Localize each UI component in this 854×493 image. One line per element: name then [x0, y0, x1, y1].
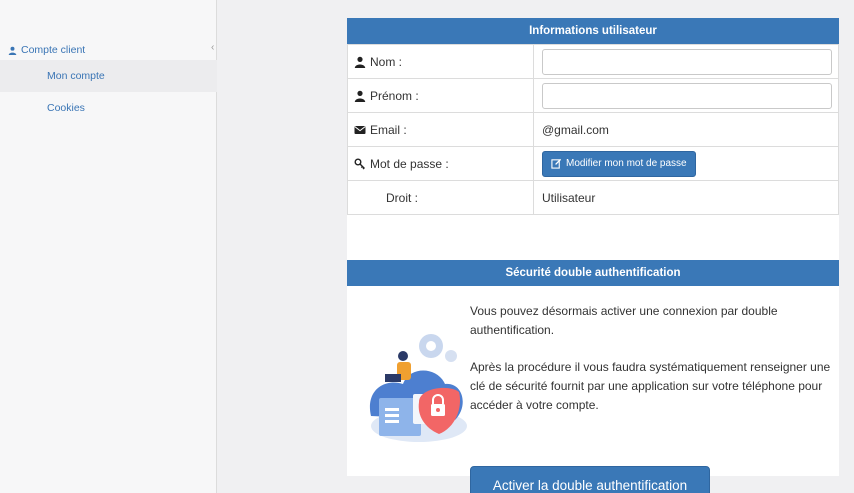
two-factor-header: Sécurité double authentification — [347, 260, 839, 286]
sidebar-item-label: Cookies — [47, 102, 85, 114]
sidebar-item-label: Mon compte — [47, 70, 105, 82]
password-label: Mot de passe : — [370, 156, 449, 171]
two-factor-procedure-text: Après la procédure il vous faudra systém… — [470, 360, 831, 412]
email-label: Email : — [370, 122, 407, 137]
user-icon — [8, 46, 17, 55]
sidebar-section-compte-client[interactable]: Compte client — [8, 44, 85, 56]
sidebar: Compte client ‹ Mon compte Cookies — [0, 0, 217, 493]
table-row: Droit : Utilisateur — [347, 180, 839, 215]
sidebar-section-label: Compte client — [21, 44, 86, 56]
table-row: Mot de passe : Modifier mon mot de passe — [347, 146, 839, 181]
two-factor-section: Sécurité double authentification Vous po… — [347, 260, 839, 493]
droit-value: Utilisateur — [533, 180, 839, 215]
user-info-table: Nom : Prénom : Email : @gmail.com Mot de… — [347, 44, 839, 215]
main-panel: Informations utilisateur Nom : Prénom : — [347, 18, 839, 493]
user-icon — [354, 90, 366, 102]
droit-label: Droit : — [347, 180, 534, 215]
user-info-header: Informations utilisateur — [347, 18, 839, 44]
key-icon — [354, 158, 365, 169]
envelope-icon — [354, 125, 366, 134]
sidebar-item-mon-compte[interactable]: Mon compte — [0, 60, 217, 92]
change-password-button[interactable]: Modifier mon mot de passe — [542, 150, 696, 177]
change-password-label: Modifier mon mot de passe — [566, 158, 687, 169]
prenom-input[interactable] — [542, 82, 832, 109]
user-icon — [354, 56, 366, 68]
nom-input[interactable] — [542, 48, 832, 75]
two-factor-description: Vous pouvez désormais activer une connex… — [470, 304, 778, 337]
email-value: @gmail.com — [533, 112, 839, 147]
collapse-chevron-icon[interactable]: ‹ — [211, 42, 214, 53]
table-row: Nom : — [347, 44, 839, 79]
security-illustration — [369, 334, 467, 442]
prenom-label: Prénom : — [370, 88, 419, 103]
activate-two-factor-button[interactable]: Activer la double authentification — [470, 466, 710, 493]
sidebar-item-cookies[interactable]: Cookies — [0, 92, 217, 124]
table-row: Prénom : — [347, 78, 839, 113]
edit-icon — [551, 158, 562, 169]
table-row: Email : @gmail.com — [347, 112, 839, 147]
nom-label: Nom : — [370, 54, 403, 69]
